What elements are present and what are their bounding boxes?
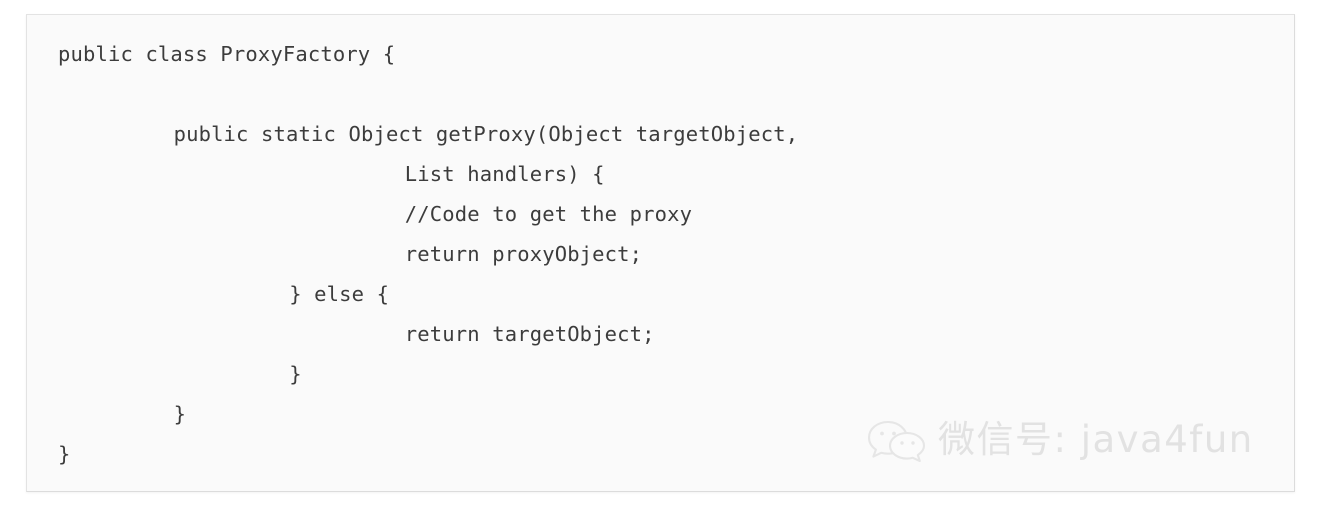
code-lines-container: public class ProxyFactory { public static… — [27, 15, 1294, 491]
code-line: public static Object getProxy(Object tar… — [173, 122, 799, 146]
code-line: } else { — [289, 282, 390, 306]
screenshot-root: public class ProxyFactory { public static… — [0, 0, 1322, 512]
code-line: //Code to get the proxy — [404, 202, 693, 226]
code-line: return proxyObject; — [404, 242, 643, 266]
code-block-card: public class ProxyFactory { public static… — [26, 14, 1295, 492]
code-line: List handlers) { — [404, 162, 605, 186]
code-line: } — [173, 402, 187, 426]
code-line: } — [58, 442, 71, 466]
code-line: public class ProxyFactory { — [58, 42, 396, 66]
code-line: } — [289, 362, 302, 386]
code-line: return targetObject; — [404, 322, 655, 346]
